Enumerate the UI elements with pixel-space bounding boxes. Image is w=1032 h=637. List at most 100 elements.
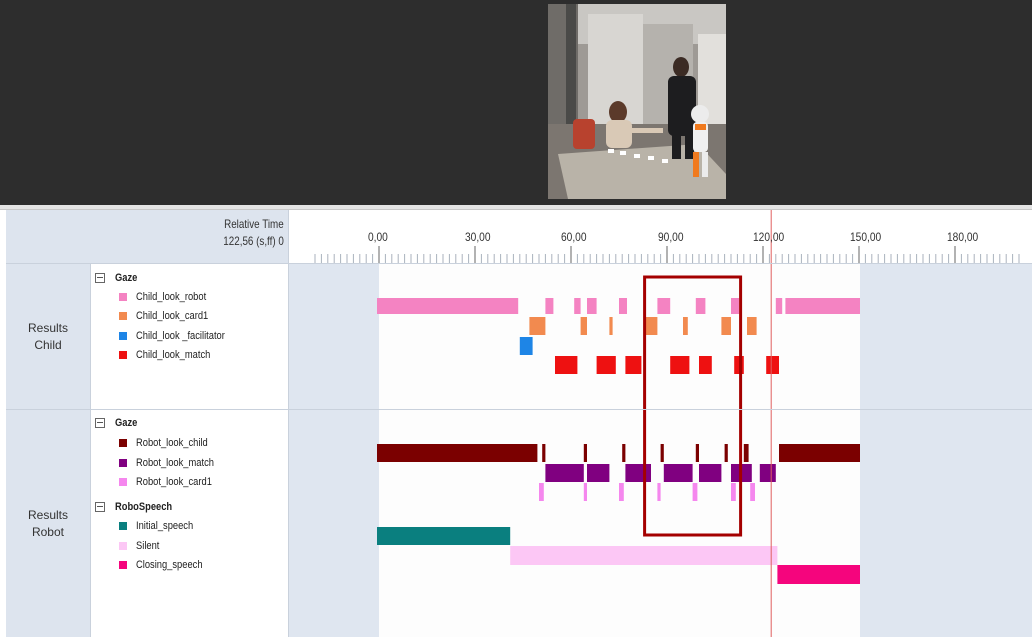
tier-robot-look-card1[interactable]: Robot_look_card1 bbox=[119, 473, 225, 491]
annotation-robot-look-match[interactable] bbox=[699, 464, 722, 482]
tier-label: Initial_speech bbox=[136, 520, 194, 532]
annotation-child-look-robot[interactable] bbox=[695, 298, 706, 314]
tier-label: Child_look _facilitator bbox=[136, 330, 225, 342]
ruler-tick-label: 150,00 bbox=[850, 230, 882, 244]
collapse-icon[interactable] bbox=[95, 273, 105, 283]
tier-silent[interactable]: Silent bbox=[119, 537, 164, 555]
group-separator bbox=[6, 409, 1032, 410]
tier-group-title: Gaze bbox=[115, 417, 138, 429]
annotation-robot-look-card1[interactable] bbox=[750, 483, 755, 501]
annotation-child-look-card1[interactable] bbox=[529, 317, 546, 335]
tier-closing-speech[interactable]: Closing_speech bbox=[119, 556, 214, 574]
annotation-child-look-robot[interactable] bbox=[377, 298, 519, 314]
annotation-child-look-robot[interactable] bbox=[731, 298, 739, 314]
tier-label: Robot_look_child bbox=[136, 437, 208, 449]
legend-robot: Gaze Robot_look_child Robot_look_match R… bbox=[91, 410, 289, 637]
annotation-child-look-match[interactable] bbox=[555, 356, 578, 374]
annotation-robot-look-card1[interactable] bbox=[583, 483, 587, 501]
annotation-canvas bbox=[377, 264, 860, 637]
tier-child-look-robot[interactable]: Child_look_robot bbox=[119, 288, 219, 306]
ruler-tick-label: 0,00 bbox=[368, 230, 388, 244]
annotation-robot-look-child[interactable] bbox=[779, 444, 860, 462]
tier-group-robot-gaze[interactable]: Gaze bbox=[95, 414, 141, 432]
annotation-child-look-card1[interactable] bbox=[721, 317, 731, 335]
annotation-child-look-robot[interactable] bbox=[619, 298, 627, 314]
tier-robot-look-match[interactable]: Robot_look_match bbox=[119, 454, 228, 472]
annotation-child-look-robot[interactable] bbox=[657, 298, 671, 314]
annotation-robot-look-card1[interactable] bbox=[731, 483, 736, 501]
annotation-robot-look-card1[interactable] bbox=[692, 483, 698, 501]
tier-label: Silent bbox=[136, 540, 160, 552]
annotation-robot-look-child[interactable] bbox=[542, 444, 546, 462]
color-swatch bbox=[119, 351, 127, 359]
annotation-robot-look-child[interactable] bbox=[583, 444, 587, 462]
tier-label: Robot_look_match bbox=[136, 457, 214, 469]
color-swatch bbox=[119, 312, 127, 320]
annotation-silent[interactable] bbox=[510, 546, 778, 565]
group-label-line: Results bbox=[27, 507, 68, 522]
annotation-child-look-match[interactable] bbox=[670, 356, 690, 374]
annotation-child-look-match[interactable] bbox=[766, 356, 779, 374]
annotation-child-look-robot[interactable] bbox=[587, 298, 597, 314]
tier-label: Closing_speech bbox=[136, 559, 203, 571]
annotation-child-look-match[interactable] bbox=[596, 356, 616, 374]
tier-group-child-gaze[interactable]: Gaze bbox=[95, 269, 141, 287]
annotation-robot-look-card1[interactable] bbox=[539, 483, 544, 501]
relative-time-label: Relative Time bbox=[224, 217, 284, 231]
annotation-robot-look-child[interactable] bbox=[622, 444, 626, 462]
annotation-robot-look-match[interactable] bbox=[587, 464, 610, 482]
annotation-robot-look-card1[interactable] bbox=[657, 483, 661, 501]
color-swatch bbox=[119, 332, 127, 340]
tier-child-look-match[interactable]: Child_look_match bbox=[119, 346, 223, 364]
annotation-robot-look-match[interactable] bbox=[759, 464, 776, 482]
annotation-child-look-card1[interactable] bbox=[683, 317, 688, 335]
group-label-robot: Results Robot bbox=[6, 410, 91, 637]
annotation-child-look-facilitator[interactable] bbox=[519, 337, 533, 355]
ruler-header: Relative Time 122,56 (s,ff) 0 bbox=[6, 210, 289, 264]
tier-group-title: RoboSpeech bbox=[115, 501, 173, 513]
annotation-robot-look-child[interactable] bbox=[660, 444, 664, 462]
annotation-closing-speech[interactable] bbox=[777, 565, 860, 584]
group-label-line: Child bbox=[34, 337, 62, 352]
annotation-child-look-match[interactable] bbox=[734, 356, 744, 374]
video-frame-image bbox=[548, 4, 726, 199]
tier-child-look-facilitator[interactable]: Child_look _facilitator bbox=[119, 327, 241, 345]
annotation-child-look-match[interactable] bbox=[699, 356, 712, 374]
group-label-line: Robot bbox=[31, 524, 64, 539]
time-format-label: 122,56 (s,ff) 0 bbox=[223, 234, 284, 248]
annotation-child-look-card1[interactable] bbox=[644, 317, 658, 335]
annotation-robot-look-child[interactable] bbox=[743, 444, 749, 462]
tier-robot-look-child[interactable]: Robot_look_child bbox=[119, 434, 220, 452]
annotation-child-look-robot[interactable] bbox=[574, 298, 581, 314]
annotation-child-look-card1[interactable] bbox=[580, 317, 587, 335]
annotation-robot-look-card1[interactable] bbox=[619, 483, 624, 501]
annotation-robot-look-child[interactable] bbox=[377, 444, 538, 462]
collapse-icon[interactable] bbox=[95, 418, 105, 428]
ruler-tick-label: 120,00 bbox=[753, 230, 785, 244]
annotation-child-look-card1[interactable] bbox=[609, 317, 613, 335]
video-frame[interactable] bbox=[548, 4, 726, 199]
annotation-robot-look-child[interactable] bbox=[724, 444, 728, 462]
annotation-robot-look-match[interactable] bbox=[625, 464, 651, 482]
video-panel bbox=[0, 0, 1032, 205]
annotation-child-look-robot[interactable] bbox=[545, 298, 554, 314]
time-ruler[interactable]: 0,00 30,00 60,00 90,00 120,00 150,00 180… bbox=[289, 210, 1032, 264]
color-swatch bbox=[119, 459, 127, 467]
annotation-child-look-robot[interactable] bbox=[785, 298, 860, 314]
annotation-robot-look-match[interactable] bbox=[545, 464, 584, 482]
annotation-robot-look-child[interactable] bbox=[695, 444, 699, 462]
tier-child-look-card1[interactable]: Child_look_card1 bbox=[119, 307, 221, 325]
color-swatch bbox=[119, 542, 127, 550]
annotation-child-look-robot[interactable] bbox=[775, 298, 783, 314]
timeline-panel: Relative Time 122,56 (s,ff) 0 0,00 30,00… bbox=[6, 210, 1032, 637]
annotation-child-look-card1[interactable] bbox=[747, 317, 757, 335]
annotation-robot-look-match[interactable] bbox=[663, 464, 693, 482]
collapse-icon[interactable] bbox=[95, 502, 105, 512]
tier-group-title: Gaze bbox=[115, 272, 138, 284]
annotation-child-look-match[interactable] bbox=[625, 356, 642, 374]
tier-label: Child_look_card1 bbox=[136, 310, 209, 322]
tier-group-robospeech[interactable]: RoboSpeech bbox=[95, 498, 182, 516]
annotation-plot-area[interactable] bbox=[289, 264, 1032, 637]
annotation-initial-speech[interactable] bbox=[377, 527, 511, 545]
tier-initial-speech[interactable]: Initial_speech bbox=[119, 517, 203, 535]
